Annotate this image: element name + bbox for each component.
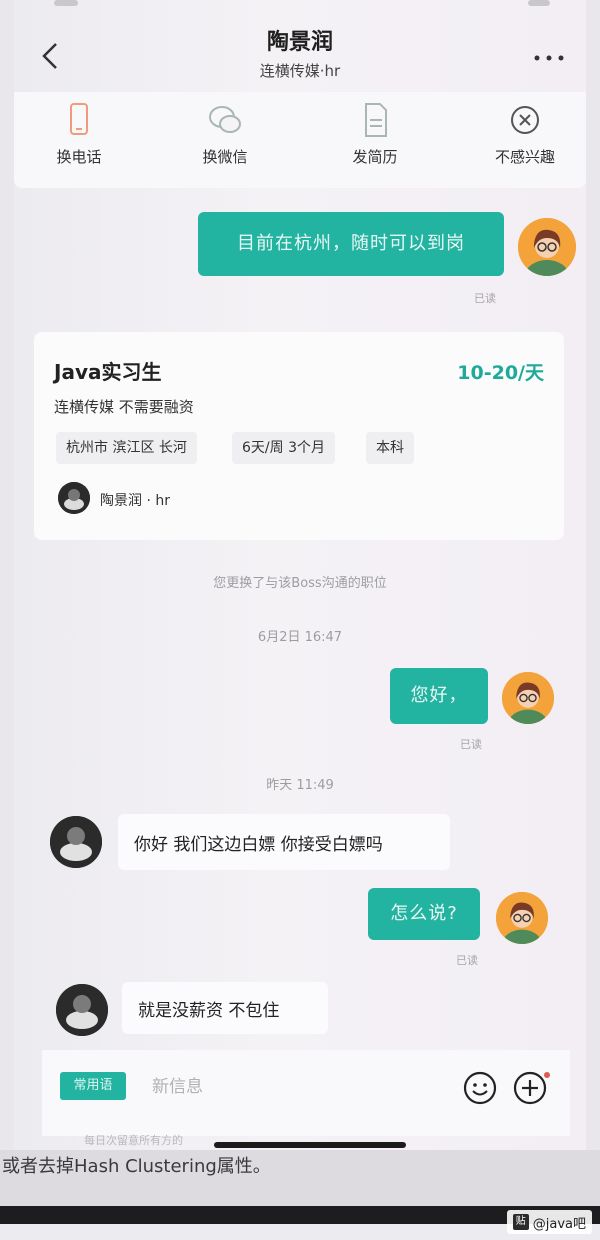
- avatar-icon: [50, 816, 102, 868]
- emoji-icon: [463, 1071, 497, 1105]
- read-status: 已读: [460, 738, 482, 751]
- phone-icon: [70, 103, 88, 135]
- message-input[interactable]: [150, 1070, 434, 1104]
- read-status: 已读: [474, 292, 496, 305]
- emoji-button[interactable]: [462, 1070, 498, 1106]
- job-salary: 10-20/天: [457, 362, 544, 384]
- action-label: 换微信: [202, 148, 248, 166]
- action-not-interested[interactable]: 不感兴趣: [470, 100, 580, 167]
- phone-screen: 陶景润 连横传媒·hr 换电话 换微信 发简历 不感兴趣 目前在杭州，随时可以到…: [14, 0, 586, 1160]
- recruiter-chat-avatar[interactable]: [56, 984, 108, 1036]
- user-avatar-icon: [518, 218, 576, 276]
- chat-bubble-sent[interactable]: 怎么说?: [368, 888, 480, 940]
- more-button[interactable]: [532, 50, 566, 66]
- background-paper: 或者去掉Hash Clustering属性。: [0, 1150, 600, 1206]
- action-change-phone[interactable]: 换电话: [24, 100, 134, 167]
- chat-bubble-received[interactable]: 你好 我们这边白嫖 你接受白嫖吗: [118, 814, 450, 870]
- chat-bubble-sent[interactable]: 您好，: [390, 668, 488, 724]
- watermark-text: @java吧: [532, 1216, 586, 1232]
- recruiter-name: 陶景润 · hr: [100, 493, 170, 509]
- user-avatar-icon: [502, 672, 554, 724]
- home-indicator[interactable]: [214, 1142, 406, 1148]
- chat-bubble-received[interactable]: 就是没薪资 不包住: [122, 982, 328, 1034]
- job-tag: 6天/周 3个月: [232, 432, 335, 464]
- not-interested-icon: [511, 106, 539, 134]
- avatar-icon: [58, 482, 90, 514]
- resume-icon: [365, 103, 387, 137]
- action-label: 换电话: [56, 148, 102, 166]
- background-text: 或者去掉Hash Clustering属性。: [2, 1156, 271, 1177]
- job-card[interactable]: Java实习生 10-20/天 连横传媒 不需要融资 杭州市 滨江区 长河 6天…: [34, 332, 564, 540]
- action-bar: 换电话 换微信 发简历 不感兴趣: [14, 92, 586, 188]
- job-company: 连横传媒 不需要融资: [54, 398, 194, 416]
- my-avatar[interactable]: [496, 892, 548, 944]
- more-actions-button[interactable]: [512, 1070, 548, 1106]
- quick-phrases-button[interactable]: 常用语: [60, 1072, 126, 1100]
- timestamp: 6月2日 16:47: [257, 630, 343, 645]
- action-send-resume[interactable]: 发简历: [320, 100, 430, 167]
- tieba-logo-icon: 贴: [512, 1214, 529, 1230]
- action-label: 发简历: [352, 148, 398, 166]
- more-dots-icon: [534, 55, 564, 61]
- my-avatar[interactable]: [518, 218, 576, 276]
- input-hint: 每日次留意所有方的: [84, 1134, 183, 1147]
- chat-title: 陶景润: [266, 30, 333, 55]
- status-bar-left: [54, 0, 78, 6]
- job-tag: 本科: [366, 432, 414, 464]
- plus-icon: [513, 1071, 547, 1105]
- recruiter-avatar: [58, 482, 90, 514]
- job-title: Java实习生: [54, 360, 162, 384]
- watermark: 贴 @java吧: [506, 1210, 592, 1234]
- timestamp: 昨天 11:49: [266, 778, 334, 793]
- notification-dot: [544, 1072, 550, 1078]
- wechat-icon: [209, 106, 241, 133]
- chat-bubble-sent[interactable]: 目前在杭州，随时可以到岗: [198, 212, 504, 276]
- user-avatar-icon: [496, 892, 548, 944]
- input-bar: 常用语: [42, 1050, 570, 1136]
- chat-subtitle: 连横传媒·hr: [259, 62, 341, 80]
- my-avatar[interactable]: [502, 672, 554, 724]
- status-bar-right: [528, 0, 550, 6]
- job-tag: 杭州市 滨江区 长河: [56, 432, 197, 464]
- action-change-wechat[interactable]: 换微信: [170, 100, 280, 167]
- system-notice: 您更换了与该Boss沟通的职位: [213, 576, 387, 591]
- recruiter-chat-avatar[interactable]: [50, 816, 102, 868]
- action-label: 不感兴趣: [494, 148, 555, 166]
- read-status: 已读: [456, 954, 478, 967]
- avatar-icon: [56, 984, 108, 1036]
